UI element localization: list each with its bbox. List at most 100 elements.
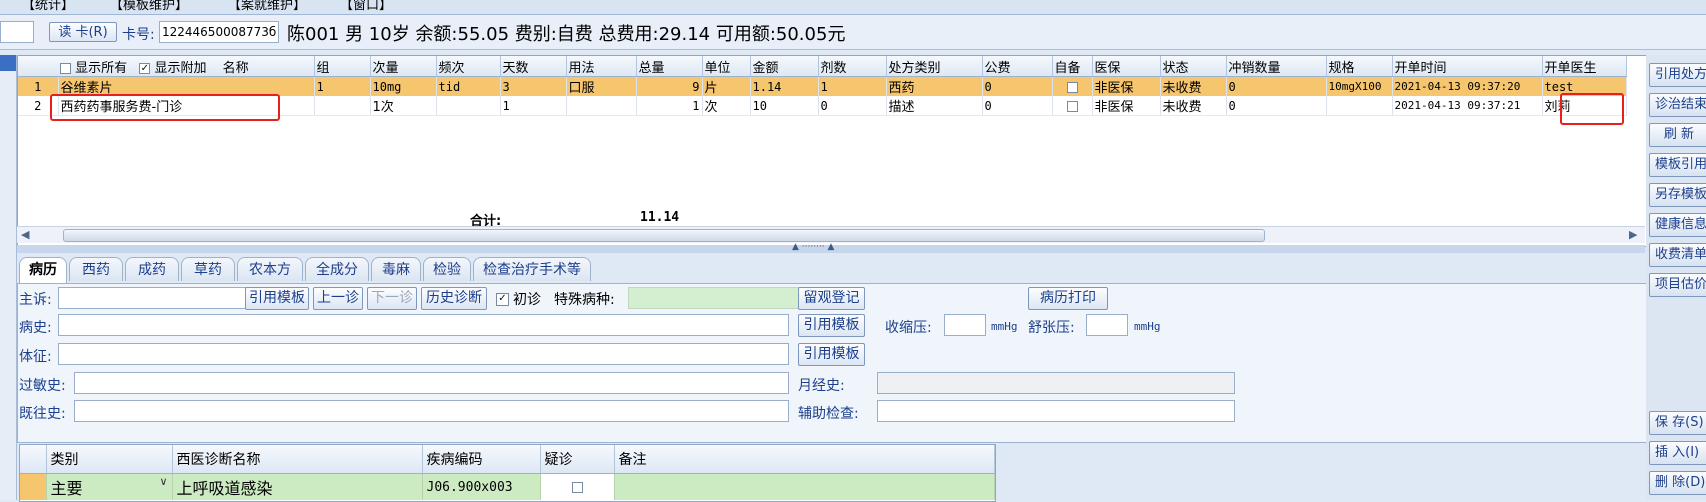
col-header-doses[interactable]: 剂数 [818,56,887,77]
col-header-writeoff[interactable]: 冲销数量 [1226,56,1327,77]
systolic-input[interactable] [944,314,986,336]
diag-note-cell[interactable] [614,473,995,500]
cell-status[interactable]: 未收费 [1160,96,1227,116]
cell-time[interactable]: 2021-04-13 09:37:21 [1392,96,1543,116]
cell-usage[interactable] [566,96,637,116]
cell-rx-type[interactable]: 西药 [886,76,983,96]
diag-name-cell[interactable]: 上呼吸道感染 [172,473,423,500]
cell-public[interactable]: 0 [982,96,1053,116]
finish-treatment-button[interactable]: 诊治结束 [1649,93,1706,117]
col-header-public[interactable]: 公费 [982,56,1053,77]
cell-unit[interactable]: 次 [702,96,751,116]
self-checkbox[interactable] [1066,100,1078,112]
cell-time[interactable]: 2021-04-13 09:37:20 [1392,76,1543,96]
card-number-input[interactable]: 12244650008773б [159,21,279,43]
cell-doses[interactable]: 1 [818,76,887,96]
scroll-left-icon[interactable]: ◀ [21,228,29,241]
diag-code-cell[interactable]: J06.900x003 [422,473,541,500]
menstrual-input[interactable] [877,372,1235,394]
cell-insurance[interactable]: 非医保 [1092,76,1161,96]
cell-insurance[interactable]: 非医保 [1092,96,1161,116]
col-header-time[interactable]: 开单时间 [1392,56,1543,77]
save-as-template-button[interactable]: 另存模板 [1649,183,1706,207]
record-print-button[interactable]: 病历打印 [1028,287,1108,310]
col-header-amount[interactable]: 金额 [750,56,819,77]
col-header-days[interactable]: 天数 [500,56,567,77]
col-header-unit[interactable]: 单位 [702,56,751,77]
diag-col-type[interactable]: 类别 [46,445,173,474]
splitter[interactable]: ▲ ········ ▲ [17,242,1645,253]
scroll-right-icon[interactable]: ▶ [1629,228,1637,241]
menu-window[interactable]: 【窗口】 [340,0,392,13]
diag-suspect-cell[interactable] [540,473,615,500]
health-info-button[interactable]: 健康信息 [1649,213,1706,237]
history-input[interactable] [58,314,789,336]
tab-narcotics[interactable]: 毒麻 [371,257,421,281]
suspect-checkbox[interactable] [571,481,583,493]
refresh-button[interactable]: 刷 新 [1649,123,1706,147]
insert-button[interactable]: 插 入(I) [1649,441,1706,465]
left-input[interactable] [0,21,34,43]
special-disease-input[interactable] [628,287,804,309]
first-visit-checkbox[interactable] [496,293,509,306]
cell-spec[interactable] [1326,96,1393,116]
menu-case-maintain[interactable]: 【案就维护】 [228,0,306,13]
col-header-spec[interactable]: 规格 [1326,56,1393,77]
cell-days[interactable]: 1 [500,96,567,116]
cell-group[interactable] [314,96,371,116]
menu-template-maintain[interactable]: 【模板维护】 [110,0,188,13]
col-header-status[interactable]: 状态 [1160,56,1227,77]
cell-amount[interactable]: 1.14 [750,76,819,96]
observation-register-button[interactable]: 留观登记 [798,287,865,310]
item-estimate-button[interactable]: 项目估价 [1649,273,1706,297]
diag-col-name[interactable]: 西医诊断名称 [172,445,423,474]
tab-full-ingredients[interactable]: 全成分 [305,257,369,281]
cell-dose[interactable]: 10mg [370,76,437,96]
sign-cite-template-button[interactable]: 引用模板 [798,343,865,366]
diag-col-code[interactable]: 疾病编码 [422,445,541,474]
template-cite-button[interactable]: 模板引用 [1649,153,1706,177]
diag-type-select[interactable]: 主要 ∨ [46,473,173,500]
cell-total[interactable]: 1 [636,96,703,116]
tab-basic-formula[interactable]: 农本方 [237,257,303,281]
cell-frequency[interactable] [436,96,501,116]
cite-prescription-button[interactable]: 引用处方 [1649,63,1706,87]
past-history-input[interactable] [74,400,789,422]
col-header-total[interactable]: 总量 [636,56,703,77]
next-visit-button[interactable]: 下一诊 [367,287,417,310]
show-all-checkbox[interactable] [60,62,71,74]
diastolic-input[interactable] [1086,314,1128,336]
tab-exam-treatment[interactable]: 检查治疗手术等 [473,257,591,281]
tab-herbal-medicine[interactable]: 草药 [181,257,235,281]
show-extra-checkbox[interactable] [139,62,151,74]
previous-visit-button[interactable]: 上一诊 [313,287,363,310]
cell-writeoff[interactable]: 0 [1226,96,1327,116]
tab-lab-test[interactable]: 检验 [423,257,471,281]
col-header-insurance[interactable]: 医保 [1092,56,1161,77]
col-header-name[interactable]: 名称 [223,61,249,76]
history-diagnosis-button[interactable]: 历史诊断 [421,287,487,310]
save-button[interactable]: 保 存(S) [1649,411,1706,435]
cell-total[interactable]: 9 [636,76,703,96]
tab-patent-medicine[interactable]: 成药 [125,257,179,281]
chevron-down-icon[interactable]: ∨ [159,475,167,488]
left-strip-tab[interactable] [0,55,16,71]
cell-writeoff[interactable]: 0 [1226,76,1327,96]
col-header-dose[interactable]: 次量 [370,56,437,77]
col-header-doctor[interactable]: 开单医生 [1542,56,1627,77]
cell-unit[interactable]: 片 [702,76,751,96]
cell-public[interactable]: 0 [982,76,1053,96]
cell-days[interactable]: 3 [500,76,567,96]
col-header-frequency[interactable]: 频次 [436,56,501,77]
read-card-button[interactable]: 读 卡(R) [49,22,117,42]
cell-group[interactable]: 1 [314,76,371,96]
cell-rx-type[interactable]: 描述 [886,96,983,116]
col-header-self[interactable]: 自备 [1052,56,1093,77]
complaint-input[interactable] [58,287,258,309]
cell-doses[interactable]: 0 [818,96,887,116]
col-header-rx-type[interactable]: 处方类别 [886,56,983,77]
table-row[interactable]: 主要 ∨ 上呼吸道感染 J06.900x003 [20,473,995,500]
splitter-grip-icon[interactable]: ▲ ········ ▲ [792,242,834,252]
delete-button[interactable]: 删 除(D) [1649,471,1706,495]
diag-col-note[interactable]: 备注 [614,445,995,474]
